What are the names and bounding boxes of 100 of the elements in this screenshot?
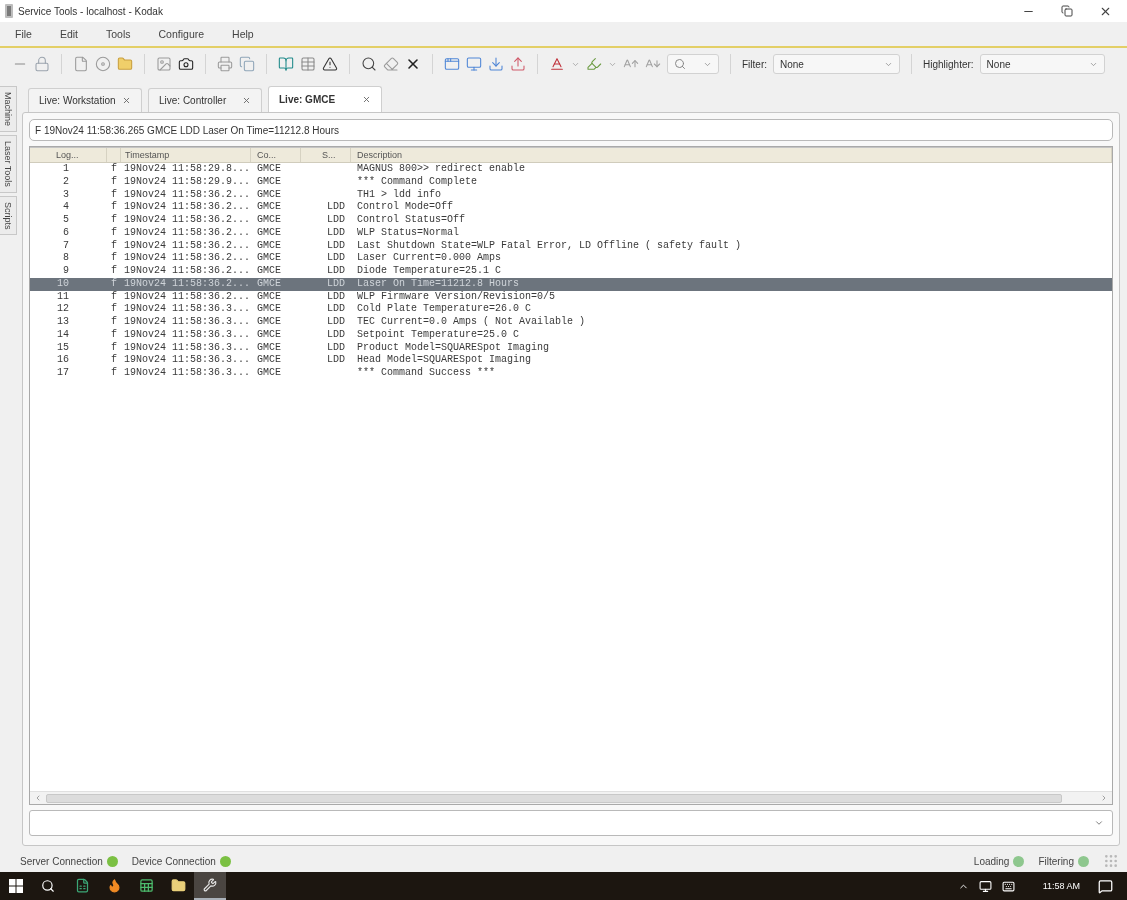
- table-row[interactable]: 9 f 19Nov24 11:58:36.2... GMCE LDD Diode Temperature=25.1 C: [30, 265, 1112, 278]
- side-tab[interactable]: Scripts: [0, 195, 17, 236]
- table-row[interactable]: 12 f 19Nov24 11:58:36.3... GMCE LDD Cold Plate Temperature=26.0 C: [30, 303, 1112, 316]
- table-cell-text: f: [110, 328, 118, 342]
- table-row[interactable]: 2 f 19Nov24 11:58:29.9... GMCE *** Command Complete: [30, 175, 1112, 189]
- tab[interactable]: Live: Controller: [148, 88, 262, 112]
- scrollbar-thumb[interactable]: [46, 793, 1062, 803]
- column-header[interactable]: Description: [351, 148, 1112, 162]
- table-cell-text: LDD: [326, 290, 346, 304]
- printer-icon[interactable]: [217, 56, 233, 72]
- search-icon[interactable]: [361, 56, 377, 72]
- table-row[interactable]: 4 f 19Nov24 11:58:36.2... GMCE LDD Control Mode=Off: [30, 201, 1112, 214]
- table-row[interactable]: 17 f 19Nov24 11:58:36.3... GMCE *** Command Success ***: [30, 367, 1112, 380]
- upload-icon[interactable]: [510, 56, 526, 72]
- table-cell-text: GMCE: [256, 354, 282, 367]
- spreadsheet-icon[interactable]: [74, 877, 90, 893]
- table-cell-text: GMCE: [256, 252, 282, 265]
- table-cell-text: GMCE: [256, 341, 282, 355]
- chevron-right-icon[interactable]: [1100, 794, 1108, 802]
- menu-item[interactable]: File: [15, 28, 32, 40]
- clock[interactable]: 11:58 AM: [1042, 881, 1080, 891]
- status-label: Device Connection: [131, 855, 216, 867]
- warning-icon[interactable]: [322, 56, 338, 72]
- font-color-icon[interactable]: [549, 56, 565, 72]
- side-tab[interactable]: Laser Tools: [0, 135, 17, 193]
- highlighter-dropdown[interactable]: None: [979, 54, 1105, 74]
- download-icon[interactable]: [488, 56, 504, 72]
- table-cell-text: Diode Temperature=25.1 C: [356, 265, 503, 278]
- table-cell-text: GMCE: [256, 226, 282, 240]
- table-cell-text: LDD: [326, 341, 346, 355]
- folder-icon[interactable]: [170, 877, 186, 893]
- app-icon: [5, 4, 13, 18]
- table-row[interactable]: 14 f 19Nov24 11:58:36.3... GMCE LDD Setpoint Temperature=25.0 C: [30, 328, 1112, 342]
- file-icon[interactable]: [73, 56, 89, 72]
- table-row[interactable]: 3 f 19Nov24 11:58:36.2... GMCE TH1 > ldd info: [30, 188, 1112, 202]
- tool-dropdown[interactable]: [667, 54, 719, 74]
- table-cell-text: LDD: [326, 252, 346, 265]
- column-header[interactable]: Co...: [251, 148, 301, 162]
- book-icon[interactable]: [278, 56, 294, 72]
- monitor-icon[interactable]: [978, 879, 992, 893]
- command-field[interactable]: [29, 810, 1113, 836]
- wrench-icon[interactable]: [203, 878, 217, 892]
- table-row[interactable]: 6 f 19Nov24 11:58:36.2... GMCE LDD WLP Status=Normal: [30, 226, 1112, 240]
- eraser-icon[interactable]: [383, 56, 399, 72]
- horizontal-scrollbar[interactable]: [30, 791, 1112, 804]
- camera-icon[interactable]: [178, 56, 194, 72]
- highlighter-icon[interactable]: [586, 56, 602, 72]
- lock-icon[interactable]: [34, 56, 50, 72]
- table-cell-text: LDD: [326, 316, 346, 329]
- filter-dropdown[interactable]: None: [773, 54, 900, 74]
- table-cell-text: GMCE: [256, 175, 282, 189]
- table-row[interactable]: 16 f 19Nov24 11:58:36.3... GMCE LDD Head Model=SQUARESpot Imaging: [30, 354, 1112, 367]
- taskbar-button[interactable]: [194, 872, 226, 900]
- table-row[interactable]: 13 f 19Nov24 11:58:36.3... GMCE LDD TEC Current=0.0 Amps ( Not Available ): [30, 316, 1112, 329]
- table-cell-text: 12: [56, 303, 70, 316]
- restore-icon[interactable]: [1061, 5, 1073, 17]
- windows-icon[interactable]: [9, 879, 23, 893]
- sheet-icon[interactable]: [138, 877, 154, 893]
- tab[interactable]: Live: Workstation: [28, 88, 142, 112]
- tab[interactable]: Live: GMCE: [268, 86, 382, 112]
- table-row[interactable]: 8 f 19Nov24 11:58:36.2... GMCE LDD Laser Current=0.000 Amps: [30, 252, 1112, 265]
- copy-icon[interactable]: [239, 56, 255, 72]
- column-header[interactable]: S...: [301, 148, 351, 162]
- menu-item[interactable]: Configure: [158, 28, 205, 40]
- table-cell-text: *** Command Success ***: [356, 367, 497, 380]
- notifications-icon[interactable]: [1098, 878, 1113, 894]
- table-cell-text: *** Command Complete: [356, 175, 479, 189]
- table-cell-text: Control Status=Off: [356, 214, 467, 227]
- table-cell-text: LDD: [326, 303, 346, 316]
- menu-item[interactable]: Edit: [59, 28, 78, 40]
- disc-icon[interactable]: [95, 56, 111, 72]
- table-cell-text: 6: [62, 226, 70, 240]
- table-row[interactable]: 7 f 19Nov24 11:58:36.2... GMCE LDD Last Shutdown State=WLP Fatal Error, LD Offline ( safety fault ): [30, 239, 1112, 253]
- keyboard-icon[interactable]: [1001, 879, 1015, 893]
- menu-item[interactable]: Tools: [106, 28, 131, 40]
- caret-icon[interactable]: [1094, 818, 1104, 828]
- table-row[interactable]: 5 f 19Nov24 11:58:36.2... GMCE LDD Control Status=Off: [30, 214, 1112, 227]
- table-cell-text: GMCE: [256, 277, 282, 291]
- table-row[interactable]: 11 f 19Nov24 11:58:36.2... GMCE LDD WLP Firmware Version/Revision=0/5: [30, 290, 1112, 304]
- image-icon[interactable]: [156, 56, 172, 72]
- table-row[interactable]: 1 f 19Nov24 11:58:29.8... GMCE MAGNUS 800>> redirect enable: [30, 163, 1112, 176]
- table-icon[interactable]: [300, 56, 316, 72]
- table-cell-text: Head Model=SQUARESpot Imaging: [356, 354, 533, 367]
- table-cell-text: f: [110, 239, 118, 252]
- chevron-left-icon[interactable]: [34, 794, 42, 802]
- column-header[interactable]: Timestamp: [121, 148, 251, 162]
- column-header[interactable]: Log...: [30, 148, 107, 162]
- table-cell-text: GMCE: [256, 303, 282, 316]
- search-icon[interactable]: [41, 879, 55, 893]
- table-cell-text: GMCE: [256, 201, 282, 214]
- table-row[interactable]: 15 f 19Nov24 11:58:36.3... GMCE LDD Product Model=SQUARESpot Imaging: [30, 341, 1112, 355]
- flame-icon[interactable]: [106, 877, 122, 893]
- table-cell-text: 19Nov24 11:58:29.8...: [123, 163, 251, 176]
- window-icon[interactable]: [444, 56, 460, 72]
- close-icon[interactable]: [405, 56, 421, 72]
- side-tab[interactable]: Machine: [0, 86, 17, 133]
- grip-icon: [1103, 853, 1119, 869]
- table-cell-text: 19Nov24 11:58:36.3...: [123, 328, 251, 342]
- table-cell-text: 19Nov24 11:58:36.3...: [123, 316, 251, 329]
- menu-item[interactable]: Help: [232, 28, 254, 40]
